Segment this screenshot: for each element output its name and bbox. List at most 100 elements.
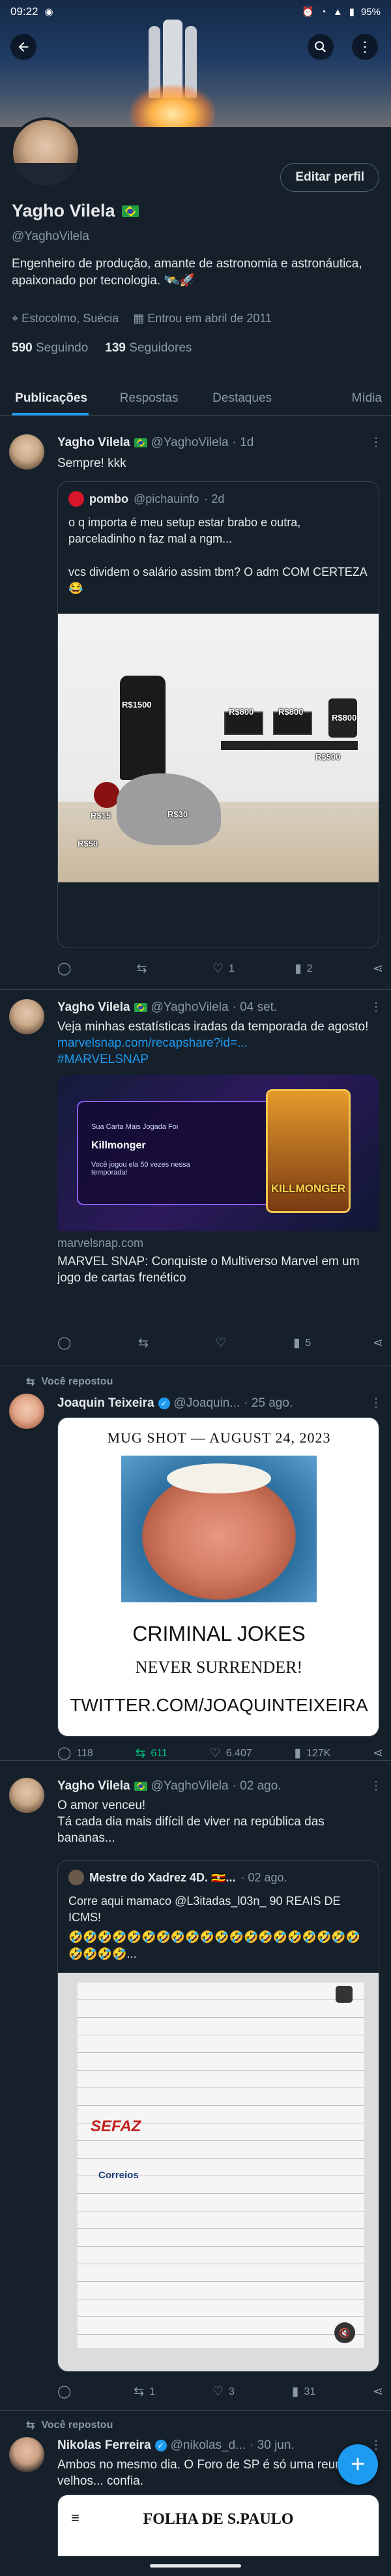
tweet-time: · 25 ago. (244, 1396, 293, 1410)
tweet-avatar[interactable] (9, 2437, 44, 2472)
views-button[interactable]: ▮ 5 (293, 1336, 311, 1351)
home-gesture-pill[interactable] (150, 2564, 241, 2568)
profile-meta: ⌖ Estocolmo, Suécia ▦ Entrou em abril de… (12, 312, 272, 325)
quote-author-handle: @pichauinfo (134, 492, 199, 505)
tweet-link[interactable]: marvelsnap.com/recapshare?id=... (57, 1036, 248, 1050)
following-link[interactable]: 590 Seguindo (12, 341, 88, 355)
reply-button[interactable]: ◯ (57, 961, 76, 976)
link-card[interactable]: Sua Carta Mais Jogada Foi Killmonger Voc… (57, 1075, 379, 1319)
retweet-button[interactable]: ⇆ (137, 961, 152, 976)
location-pin-icon: ⌖ (12, 312, 19, 325)
tab-publicacoes[interactable]: Publicações (0, 381, 102, 415)
reply-button[interactable]: ◯ 118 (57, 1746, 93, 1761)
share-button[interactable]: ⋖ (373, 1336, 383, 1351)
tweet[interactable]: ⇆ Você repostou Nikolas Ferreira ✓ @niko… (0, 2411, 391, 2556)
share-button[interactable]: ⋖ (373, 2384, 383, 2399)
back-button[interactable] (10, 34, 36, 60)
arrow-left-icon (18, 42, 29, 52)
reply-button[interactable]: ◯ (57, 1336, 76, 1351)
tweet[interactable]: ⇆ Você repostou Joaquin Teixeira ✓ @Joaq… (0, 1366, 391, 1761)
mug-header: MUG SHOT — AUGUST 24, 2023 (107, 1430, 331, 1446)
tweet-avatar[interactable] (9, 999, 44, 1034)
rocket-flame (130, 85, 215, 127)
profile-joined: Entrou em abril de 2011 (147, 312, 272, 325)
tab-midia[interactable]: Mídia (289, 381, 391, 415)
tweet-avatar[interactable] (9, 434, 44, 470)
desk (221, 741, 358, 750)
profile-avatar[interactable] (10, 117, 81, 188)
brazil-flag-icon (134, 1003, 147, 1012)
views-button[interactable]: ▮ 31 (292, 2384, 315, 2399)
mug-line-2: NEVER SURRENDER! (135, 1658, 303, 1677)
followers-label: Seguidores (129, 341, 192, 355)
compose-tweet-button[interactable]: + (338, 2444, 378, 2485)
like-button[interactable]: ♡ (215, 1336, 231, 1351)
quote-tweet[interactable]: Mestre do Xadrez 4D. 🇺🇬... · 02 ago. Cor… (57, 1860, 379, 2372)
mute-icon[interactable]: 🔇 (334, 2322, 355, 2343)
retweet-button[interactable]: ⇆ 1 (134, 2384, 155, 2399)
views-button[interactable]: ▮ 127K (294, 1746, 330, 1761)
tweet[interactable]: Yagho Vilela @YaghoVilela · 04 set. ⋮ Ve… (0, 990, 391, 1366)
tweet-avatar[interactable] (9, 1778, 44, 1813)
quote-header: pombo @pichauinfo · 2d (68, 491, 224, 507)
plus-icon: + (350, 2450, 366, 2478)
tweet-header: Joaquin Teixeira ✓ @Joaquin... · 25 ago. (57, 1396, 293, 1411)
like-button[interactable]: ♡ 3 (212, 2384, 235, 2399)
tweet-more-icon[interactable]: ⋮ (370, 436, 382, 449)
snap-panel: Sua Carta Mais Jogada Foi Killmonger Voc… (77, 1101, 272, 1205)
view-count: 127K (306, 1747, 331, 1759)
more-vertical-icon: ⋮ (358, 38, 372, 55)
like-button[interactable]: ♡ 6.407 (210, 1746, 252, 1761)
snap-line-1: Sua Carta Mais Jogada Foi (91, 1123, 179, 1131)
tweet-author-handle: @YaghoVilela (151, 436, 229, 449)
retweet-icon: ⇆ (136, 962, 147, 976)
retweet-button[interactable]: ⇆ (138, 1336, 154, 1351)
heart-icon: ♡ (212, 962, 224, 976)
quote-tweet[interactable]: pombo @pichauinfo · 2d o q importa é meu… (57, 481, 379, 948)
mugshot-photo (121, 1456, 317, 1602)
follow-stats: 590 Seguindo 139 Seguidores (12, 341, 192, 355)
following-label: Seguindo (35, 341, 89, 355)
joined-row: ▦ Entrou em abril de 2011 (133, 312, 272, 325)
link-card[interactable]: ≡ FOLHA DE S.PAULO (57, 2494, 379, 2556)
share-button[interactable]: ⋖ (373, 1746, 383, 1761)
share-icon: ⋖ (373, 1746, 383, 1760)
price-tag: R$30 (167, 809, 188, 819)
profile-location: Estocolmo, Suécia (22, 312, 119, 325)
tweet[interactable]: Yagho Vilela @YaghoVilela · 02 ago. ⋮ O … (0, 1769, 391, 2411)
tax-document-image[interactable]: SEFAZ Correios 🔇 (58, 1973, 379, 2371)
tweet[interactable]: Yagho Vilela @YaghoVilela · 1d ⋮ Sempre!… (0, 416, 391, 990)
tweet-more-icon[interactable]: ⋮ (370, 1000, 382, 1014)
repost-indicator: ⇆ Você repostou (26, 1375, 113, 1388)
repost-label: Você repostou (41, 2419, 113, 2431)
verified-badge-icon: ✓ (158, 1398, 170, 1409)
followers-link[interactable]: 139 Seguidores (105, 341, 192, 355)
more-options-button[interactable]: ⋮ (352, 34, 378, 60)
bar-chart-icon: ▮ (291, 2385, 299, 2399)
tweet-text: Ambos no mesmo dia. O Foro de SP é só um… (57, 2458, 376, 2488)
retweet-count: 611 (151, 1747, 167, 1759)
views-button[interactable]: ▮ 2 (295, 961, 312, 976)
edit-profile-button[interactable]: Editar perfil (280, 163, 379, 192)
tab-respostas[interactable]: Respostas (102, 381, 195, 415)
bar-chart-icon: ▮ (293, 1336, 300, 1350)
tweet-image[interactable]: MUG SHOT — AUGUST 24, 2023 CRIMINAL JOKE… (57, 1417, 379, 1737)
retweet-button[interactable]: ⇆ 611 (136, 1746, 167, 1761)
profile-handle: @YaghoVilela (12, 230, 89, 243)
like-button[interactable]: ♡ 1 (212, 961, 235, 976)
tab-destaques[interactable]: Destaques (195, 381, 289, 415)
reply-button[interactable]: ◯ (57, 2384, 76, 2399)
brazil-flag-icon (121, 205, 139, 217)
retweet-icon: ⇆ (138, 1336, 149, 1350)
mugshot-image: MUG SHOT — AUGUST 24, 2023 CRIMINAL JOKE… (58, 1418, 379, 1736)
tweet-more-icon[interactable]: ⋮ (370, 1396, 382, 1410)
search-button[interactable] (308, 34, 334, 60)
tweet-hashtag[interactable]: #MARVELSNAP (57, 1053, 149, 1066)
share-button[interactable]: ⋖ (373, 961, 383, 976)
tweet-avatar[interactable] (9, 1394, 44, 1429)
tweet-author-name: Yagho Vilela (57, 436, 130, 449)
gaming-chair (120, 676, 166, 780)
tweet-more-icon[interactable]: ⋮ (370, 1779, 382, 1793)
whatsapp-icon: ◉ (44, 7, 53, 18)
setup-photo[interactable]: R$1500 R$800 R$800 R$800 R$500 R$15 R$30… (58, 614, 379, 882)
